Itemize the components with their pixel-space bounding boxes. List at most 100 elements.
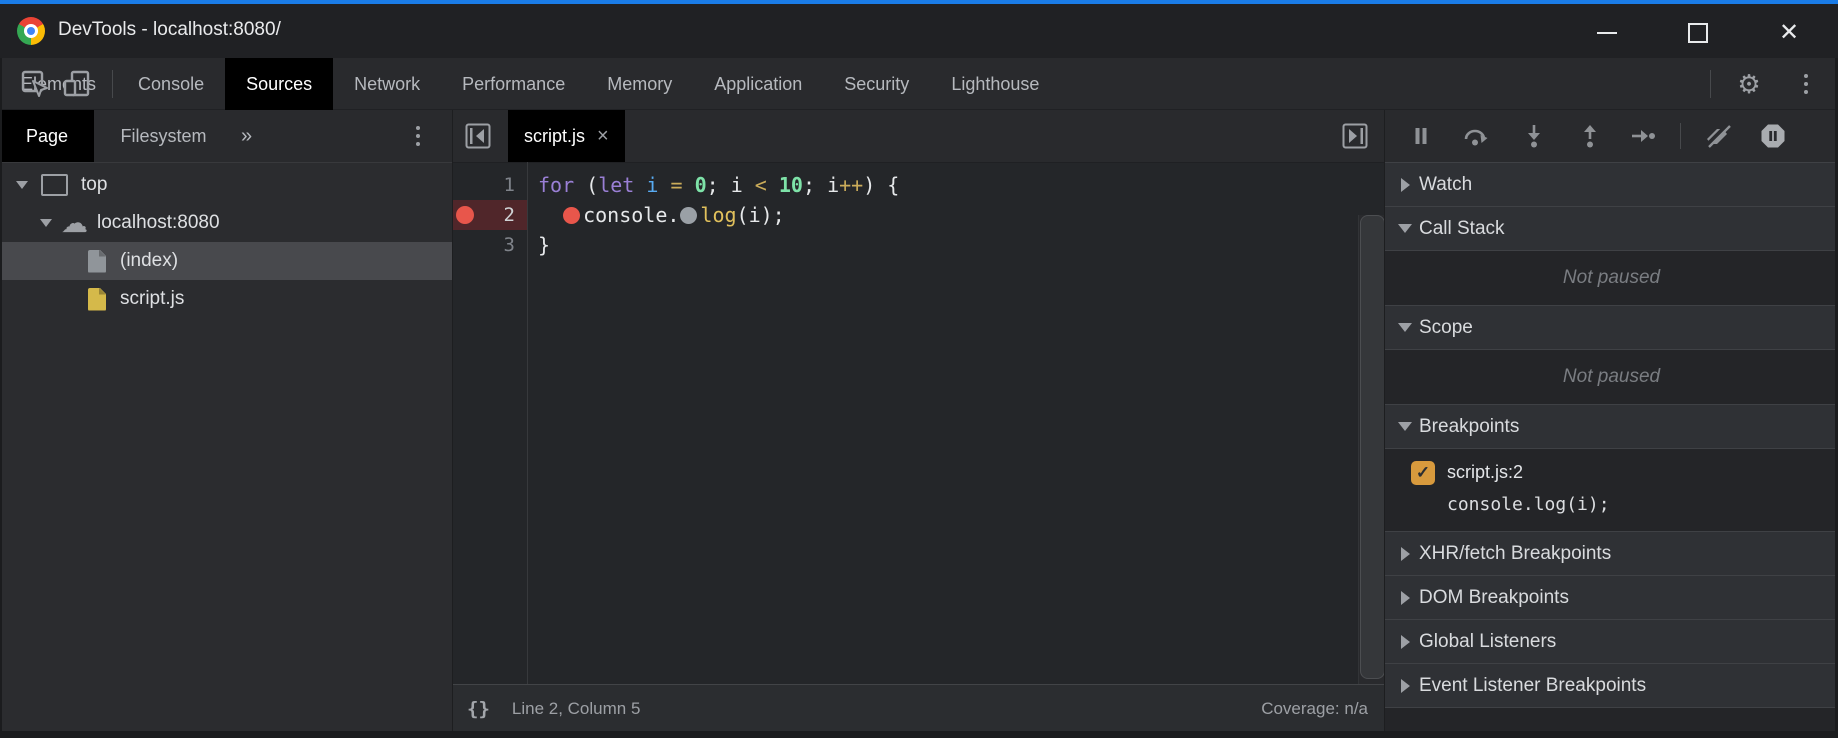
gutter-divider xyxy=(527,162,528,684)
code-token: for xyxy=(538,173,574,197)
tab-sources[interactable]: Sources xyxy=(225,58,333,110)
inspect-element-icon[interactable] xyxy=(20,69,50,99)
section-label: Breakpoints xyxy=(1419,416,1519,438)
debugger-sections: Watch Call Stack Not paused Scope Not pa… xyxy=(1385,163,1838,708)
tree-label: (index) xyxy=(120,250,178,272)
tab-console[interactable]: Console xyxy=(117,58,225,110)
tree-item-localhost[interactable]: ☁ localhost:8080 xyxy=(0,204,452,242)
inline-breakpoint-icon[interactable] xyxy=(563,207,580,224)
chevron-expanded-icon xyxy=(1398,224,1412,233)
minimize-icon xyxy=(1597,32,1617,34)
pause-script-icon[interactable] xyxy=(1408,123,1434,149)
coverage-status: Coverage: n/a xyxy=(1261,699,1368,719)
cursor-position: Line 2, Column 5 xyxy=(512,699,641,719)
code-token: console. xyxy=(583,203,679,227)
step-into-icon[interactable] xyxy=(1521,123,1547,149)
hide-navigator-icon[interactable] xyxy=(465,123,491,149)
tab-network[interactable]: Network xyxy=(333,58,441,110)
tree-item-index[interactable]: (index) xyxy=(0,242,452,280)
breakpoint-entry[interactable]: ✓ script.js:2 console.log(i); xyxy=(1385,449,1838,532)
code-token: 10 xyxy=(779,173,803,197)
tab-performance[interactable]: Performance xyxy=(441,58,586,110)
settings-gear-icon[interactable]: ⚙ xyxy=(1734,69,1764,99)
section-event-listener-breakpoints[interactable]: Event Listener Breakpoints xyxy=(1385,664,1838,708)
tree-item-script[interactable]: script.js xyxy=(0,280,452,318)
chevron-collapsed-icon xyxy=(1398,591,1412,605)
tab-application[interactable]: Application xyxy=(693,58,823,110)
section-label: Call Stack xyxy=(1419,218,1505,240)
section-global-listeners[interactable]: Global Listeners xyxy=(1385,620,1838,664)
tab-security[interactable]: Security xyxy=(823,58,930,110)
code-token xyxy=(538,203,562,227)
code-token: } xyxy=(538,233,550,257)
tab-memory[interactable]: Memory xyxy=(586,58,693,110)
editor-tab-label: script.js xyxy=(524,126,585,147)
tree-item-top[interactable]: top xyxy=(0,166,452,204)
step-out-icon[interactable] xyxy=(1577,123,1603,149)
scrollbar-thumb[interactable] xyxy=(1360,215,1384,679)
window-edge-bottom xyxy=(0,731,1838,738)
breakpoint-code: console.log(i); xyxy=(1447,494,1610,515)
not-paused-message: Not paused xyxy=(1563,366,1660,388)
code-token: < xyxy=(755,173,767,197)
panel-tabs: Elements Console Sources Network Perform… xyxy=(0,58,1838,110)
close-tab-icon[interactable]: × xyxy=(597,125,609,148)
code-lines: for (let i = 0; i < 10; i++) { console.l… xyxy=(538,162,1358,260)
line-number[interactable]: 3 xyxy=(453,230,527,260)
editor-scrollbar[interactable] xyxy=(1358,215,1384,684)
section-breakpoints[interactable]: Breakpoints xyxy=(1385,405,1838,449)
section-call-stack[interactable]: Call Stack xyxy=(1385,207,1838,251)
chevron-collapsed-icon xyxy=(1398,679,1412,693)
code-token: ; i xyxy=(707,173,755,197)
inline-breakpoint-candidate-icon[interactable] xyxy=(680,207,697,224)
section-watch[interactable]: Watch xyxy=(1385,163,1838,207)
section-label: Scope xyxy=(1419,317,1473,339)
script-document-icon xyxy=(88,288,106,311)
cloud-icon: ☁ xyxy=(61,213,88,233)
minimize-button[interactable] xyxy=(1584,8,1630,58)
chrome-logo-icon xyxy=(17,17,45,45)
code-token: i xyxy=(646,173,658,197)
code-line[interactable]: for (let i = 0; i < 10; i++) { xyxy=(538,170,1358,200)
section-label: Global Listeners xyxy=(1419,631,1556,653)
line-number[interactable]: 1 xyxy=(453,170,527,200)
close-button[interactable]: ✕ xyxy=(1766,8,1812,58)
tab-page[interactable]: Page xyxy=(0,110,94,162)
main-menu-icon[interactable] xyxy=(1796,69,1816,99)
breakpoint-line-number[interactable]: 2 xyxy=(453,200,527,230)
section-dom-breakpoints[interactable]: DOM Breakpoints xyxy=(1385,576,1838,620)
toolbar-separator xyxy=(112,70,113,98)
step-over-icon[interactable] xyxy=(1462,123,1488,149)
step-icon[interactable] xyxy=(1630,123,1656,149)
more-tabs-icon[interactable]: » xyxy=(233,110,260,162)
code-editor[interactable]: 123 for (let i = 0; i < 10; i++) { conso… xyxy=(453,162,1384,684)
tab-filesystem[interactable]: Filesystem xyxy=(99,110,229,162)
show-debugger-icon[interactable] xyxy=(1342,123,1368,149)
breakpoint-checkbox[interactable]: ✓ xyxy=(1411,461,1435,485)
device-toolbar-icon[interactable] xyxy=(62,69,92,99)
code-line[interactable]: } xyxy=(538,230,1358,260)
tab-elements[interactable]: Elements xyxy=(0,58,117,110)
close-icon: ✕ xyxy=(1779,23,1799,43)
tree-label: localhost:8080 xyxy=(97,212,220,234)
navigator-menu-icon[interactable] xyxy=(408,121,428,151)
editor-tab-script[interactable]: script.js × xyxy=(508,110,625,162)
code-token: log xyxy=(700,203,736,227)
pause-on-exceptions-icon[interactable] xyxy=(1760,123,1786,149)
code-line[interactable]: console.log(i); xyxy=(538,200,1358,230)
code-token xyxy=(767,173,779,197)
deactivate-breakpoints-icon[interactable] xyxy=(1703,123,1733,149)
section-label: Watch xyxy=(1419,174,1472,196)
code-token xyxy=(658,173,670,197)
code-token: = xyxy=(670,173,682,197)
tab-lighthouse[interactable]: Lighthouse xyxy=(930,58,1060,110)
devtools-window: DevTools - localhost:8080/ ✕ Elements xyxy=(0,0,1838,738)
chevron-expanded-icon xyxy=(1398,422,1412,431)
section-scope[interactable]: Scope xyxy=(1385,306,1838,350)
section-xhr-breakpoints[interactable]: XHR/fetch Breakpoints xyxy=(1385,532,1838,576)
pretty-print-icon[interactable]: {} xyxy=(467,698,490,720)
maximize-button[interactable] xyxy=(1675,8,1721,58)
tree-label: top xyxy=(81,174,107,196)
code-token xyxy=(683,173,695,197)
file-tree: top ☁ localhost:8080 (index) script.js xyxy=(0,166,452,318)
